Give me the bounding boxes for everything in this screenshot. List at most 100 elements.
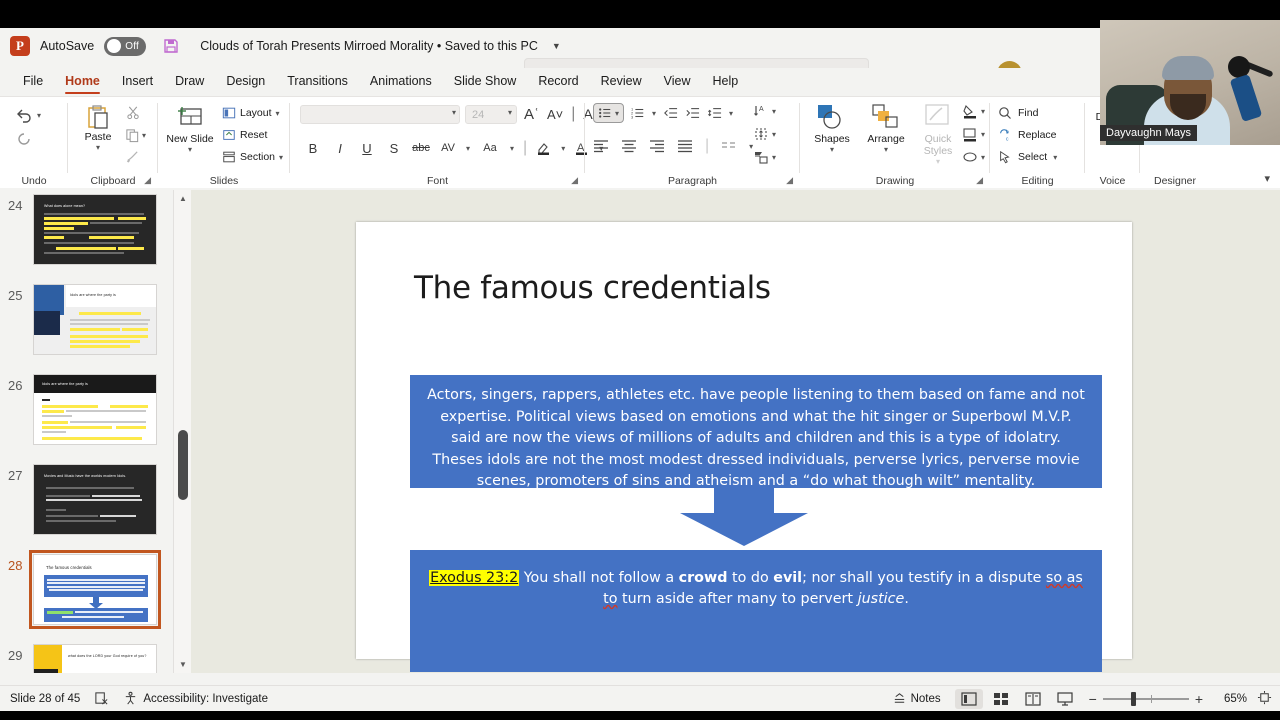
character-spacing-button[interactable]: AV: [439, 142, 457, 154]
slide-counter[interactable]: Slide 28 of 45: [10, 693, 80, 705]
clipboard-dialog-launcher[interactable]: ◢: [144, 175, 151, 186]
tab-view[interactable]: View: [653, 71, 702, 91]
thumbnail-slide-26[interactable]: Idols are where the party is: [33, 374, 157, 445]
italic-button[interactable]: I: [331, 141, 349, 156]
paragraph-dialog-launcher[interactable]: ◢: [786, 175, 793, 186]
tab-record[interactable]: Record: [527, 71, 589, 91]
notes-button[interactable]: Notes: [892, 691, 941, 706]
format-painter-button[interactable]: [125, 149, 140, 169]
accessibility-status[interactable]: Accessibility: Investigate: [123, 691, 268, 706]
slideshow-button[interactable]: [1051, 689, 1079, 709]
numbering-icon[interactable]: 123: [631, 106, 645, 120]
layout-button[interactable]: Layout ▾: [222, 106, 280, 120]
find-button[interactable]: Find: [998, 106, 1038, 120]
section-dropdown-icon[interactable]: ▾: [279, 153, 283, 162]
spellcheck-icon[interactable]: [94, 691, 109, 706]
text-direction-icon[interactable]: A: [753, 103, 769, 119]
tab-design[interactable]: Design: [215, 71, 276, 91]
increase-indent-icon[interactable]: [685, 106, 700, 120]
select-button[interactable]: Select ▾: [998, 150, 1057, 164]
view-reading-button[interactable]: [1019, 689, 1047, 709]
text-highlight-icon[interactable]: [536, 140, 552, 156]
slide-top-textbox[interactable]: Actors, singers, rappers, athletes etc. …: [410, 375, 1102, 489]
bold-button[interactable]: B: [304, 141, 322, 156]
slide-title[interactable]: The famous credentials: [414, 270, 771, 306]
thumbnail-slide-24[interactable]: What does alone mean?: [33, 194, 157, 265]
underline-button[interactable]: U: [358, 141, 376, 156]
font-name-dropdown-icon[interactable]: ▾: [452, 108, 456, 117]
new-slide-dropdown-icon[interactable]: ▾: [188, 145, 192, 154]
tab-transitions[interactable]: Transitions: [276, 71, 359, 91]
text-shadow-button[interactable]: S: [385, 141, 403, 156]
thumbnail-row[interactable]: 25 Idols are where the party is: [0, 280, 172, 370]
thumbnail-row[interactable]: 26 Idols are where the party is: [0, 370, 172, 460]
scroll-up-icon[interactable]: ▲: [179, 194, 187, 203]
increase-font-size-icon[interactable]: Aʿ: [524, 106, 539, 123]
undo-dropdown-icon[interactable]: ▾: [37, 111, 41, 120]
change-case-dropdown-icon[interactable]: ▾: [510, 144, 514, 153]
autosave-toggle[interactable]: Off: [104, 36, 147, 56]
strikethrough-button[interactable]: abc: [412, 142, 430, 154]
drawing-dialog-launcher[interactable]: ◢: [976, 175, 983, 186]
numbering-dropdown-icon[interactable]: ▾: [652, 109, 656, 118]
arrange-button[interactable]: Arrange ▾: [860, 103, 912, 154]
align-left-icon[interactable]: [593, 139, 609, 153]
thumbnail-row[interactable]: 28 The famous credentials: [0, 550, 172, 640]
shapes-button[interactable]: Shapes ▾: [806, 103, 858, 154]
zoom-knob[interactable]: [1130, 691, 1136, 706]
decrease-indent-icon[interactable]: [663, 106, 678, 120]
thumbnail-slide-25[interactable]: Idols are where the party is: [33, 284, 157, 355]
character-spacing-dropdown-icon[interactable]: ▾: [466, 144, 470, 153]
slide-thumbnail-pane[interactable]: 24 What does alone mean? 25 Idols are wh…: [0, 190, 172, 673]
zoom-value[interactable]: 65%: [1213, 693, 1247, 705]
line-spacing-icon[interactable]: [707, 106, 722, 120]
undo-icon[interactable]: [14, 105, 34, 125]
tab-insert[interactable]: Insert: [111, 71, 164, 91]
thumbnail-slide-28[interactable]: The famous credentials: [29, 550, 161, 629]
new-slide-button[interactable]: New Slide ▾: [164, 105, 216, 154]
save-icon[interactable]: [162, 37, 180, 55]
change-case-button[interactable]: Aa: [479, 142, 501, 154]
line-spacing-dropdown-icon[interactable]: ▾: [729, 109, 733, 118]
thumbnail-row[interactable]: 27 Movies and Music have the worlds mode…: [0, 460, 172, 550]
slide-canvas-area[interactable]: The famous credentials Actors, singers, …: [191, 190, 1280, 673]
font-name-input[interactable]: [300, 105, 460, 124]
thumbnail-row[interactable]: 29 what does the LORD your God require o…: [0, 640, 172, 673]
shape-effects-icon[interactable]: [962, 149, 978, 165]
align-right-icon[interactable]: [649, 139, 665, 153]
copy-dropdown-icon[interactable]: ▾: [142, 131, 146, 140]
zoom-in-icon[interactable]: +: [1195, 691, 1203, 707]
redo-icon[interactable]: [14, 129, 34, 149]
bullets-dropdown-icon[interactable]: ▾: [615, 109, 619, 118]
font-size-dropdown-icon[interactable]: ▾: [508, 108, 512, 117]
slide-bottom-textbox[interactable]: Exodus 23:2 You shall not follow a crowd…: [410, 550, 1102, 672]
thumbnail-slide-29[interactable]: what does the LORD your God require of y…: [33, 644, 157, 673]
tab-file[interactable]: File: [12, 71, 54, 91]
shape-fill-icon[interactable]: [962, 103, 978, 119]
tab-animations[interactable]: Animations: [359, 71, 443, 91]
title-chevron-down-icon[interactable]: ▼: [552, 41, 561, 51]
thumbnail-row[interactable]: 24 What does alone mean?: [0, 190, 172, 280]
justify-icon[interactable]: [677, 139, 693, 153]
shapes-dropdown-icon[interactable]: ▾: [830, 145, 834, 154]
section-button[interactable]: Section ▾: [222, 150, 283, 164]
document-title[interactable]: Clouds of Torah Presents Mirroed Moralit…: [200, 39, 538, 53]
layout-dropdown-icon[interactable]: ▾: [276, 109, 280, 118]
fit-slide-to-window-button[interactable]: [1257, 690, 1272, 708]
zoom-out-icon[interactable]: −: [1089, 691, 1097, 707]
cut-button[interactable]: [126, 105, 141, 125]
font-dialog-launcher[interactable]: ◢: [571, 175, 578, 186]
reset-button[interactable]: Reset: [222, 128, 267, 142]
highlight-dropdown-icon[interactable]: ▾: [561, 144, 565, 153]
scrollbar-thumb[interactable]: [178, 430, 188, 500]
decrease-font-size-icon[interactable]: A˅: [547, 107, 563, 122]
current-slide[interactable]: The famous credentials Actors, singers, …: [356, 222, 1132, 672]
paste-dropdown-icon[interactable]: ▾: [96, 143, 100, 152]
align-center-icon[interactable]: [621, 139, 637, 153]
align-text-icon[interactable]: [753, 126, 769, 142]
paste-button[interactable]: Paste ▾: [76, 103, 120, 152]
thumbnail-scrollbar[interactable]: ▲ ▼: [173, 190, 191, 673]
slide-arrow-shape[interactable]: [356, 487, 1132, 547]
tab-slide-show[interactable]: Slide Show: [443, 71, 528, 91]
arrange-dropdown-icon[interactable]: ▾: [884, 145, 888, 154]
